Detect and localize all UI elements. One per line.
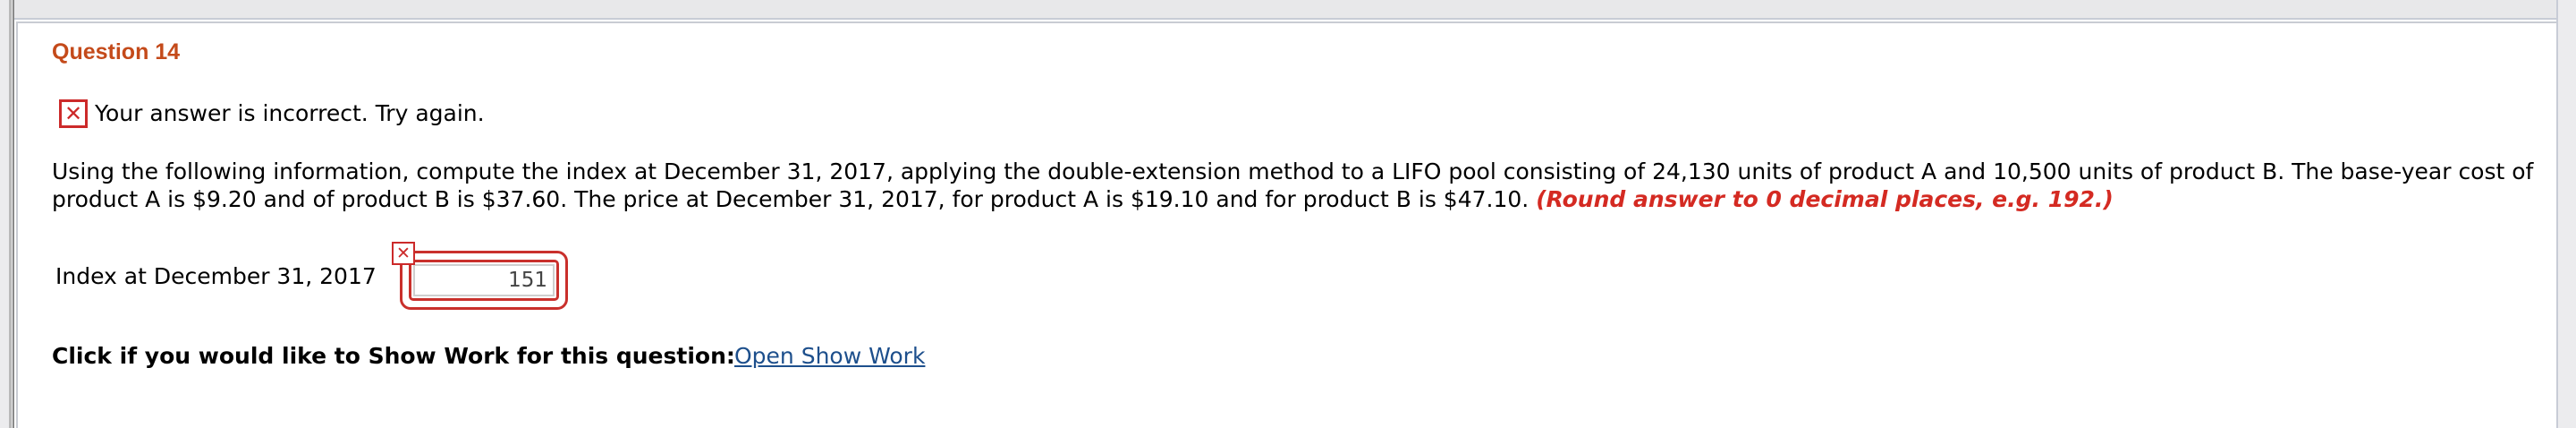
answer-input[interactable] [413, 264, 555, 296]
right-frame-bar [2556, 0, 2576, 428]
show-work-label: Click if you would like to Show Work for… [52, 343, 735, 369]
error-x-icon: ✕ [59, 99, 88, 128]
rounding-hint: (Round answer to 0 decimal places, e.g. … [1536, 186, 2114, 212]
open-show-work-link[interactable]: Open Show Work [734, 343, 925, 369]
answer-label: Index at December 31, 2017 [55, 263, 377, 289]
left-frame-bar [0, 0, 14, 428]
problem-text: Using the following information, compute… [52, 158, 2547, 213]
left-frame-divider [9, 0, 12, 428]
incorrect-x-icon: ✕ [392, 242, 415, 265]
top-frame-bar [0, 0, 2576, 20]
feedback-message: Your answer is incorrect. Try again. [95, 100, 485, 126]
problem-statement: Using the following information, compute… [52, 158, 2534, 212]
question-title: Question 14 [52, 39, 181, 64]
